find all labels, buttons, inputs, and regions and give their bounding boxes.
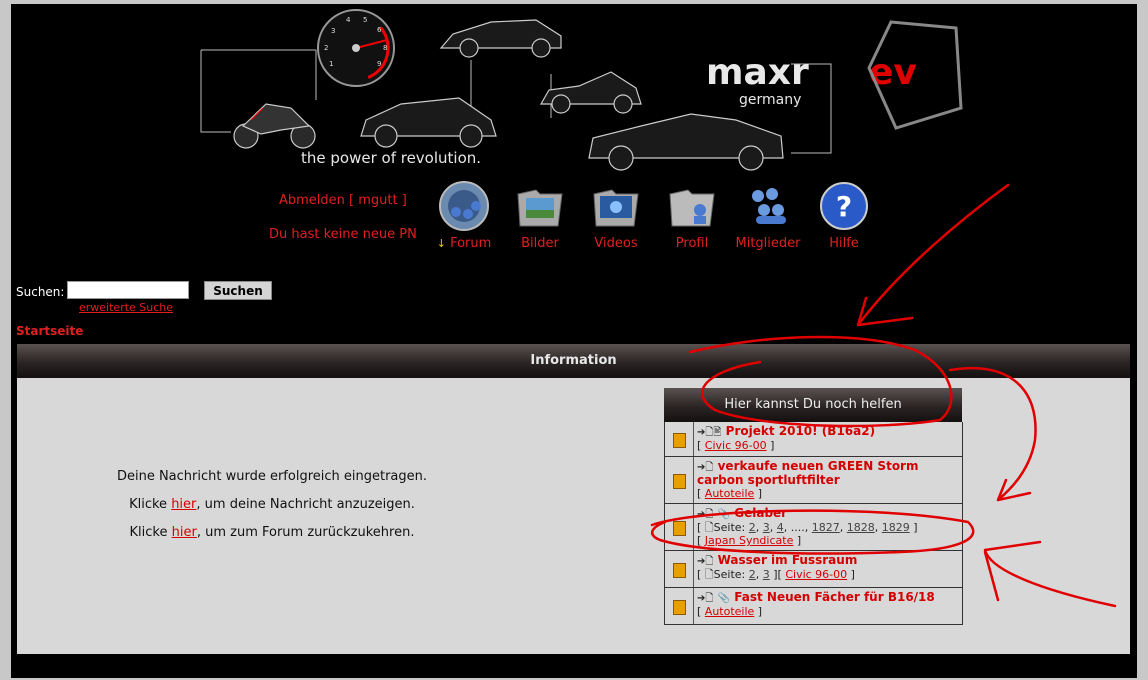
page-link[interactable]: 2 <box>749 521 756 534</box>
thread-icon <box>665 504 694 550</box>
back-to-forum-link[interactable]: hier <box>172 525 197 540</box>
page-frame: 123 456 89 maxr ev germany the power of … <box>11 4 1137 678</box>
pm-status-link[interactable]: Du hast keine neue PN <box>269 227 417 242</box>
goto-arrow-icon: ➔🗋 <box>697 462 714 473</box>
help-box: Hier kannst Du noch helfen ➔🗋🖹 Projekt 2… <box>664 388 963 628</box>
advanced-search-link[interactable]: erweiterte Suche <box>79 301 173 314</box>
forum-link[interactable]: Autoteile <box>705 605 755 618</box>
page-icon: 🗋 <box>704 568 714 581</box>
svg-text:8: 8 <box>383 44 387 52</box>
page-link[interactable]: 3 <box>763 521 770 534</box>
help-icon: ? <box>820 182 868 230</box>
goto-arrow-icon: ➔🗋🖹 <box>697 427 722 438</box>
view-message-line: Klicke hier, um deine Nachricht anzuzeig… <box>129 497 415 512</box>
page-link[interactable]: 2 <box>749 568 756 581</box>
nav-bilder-label: Bilder <box>521 236 559 251</box>
forum-link[interactable]: Civic 96-00 <box>705 439 767 452</box>
nav-videos-label: Videos <box>594 236 638 251</box>
help-item-title[interactable]: Fast Neuen Fächer für B16/18 <box>734 590 935 604</box>
svg-text:9: 9 <box>377 60 381 68</box>
nav-mitglieder-label: Mitglieder <box>735 236 801 251</box>
nav-profil[interactable]: Profil <box>657 180 727 251</box>
panel-title: Information <box>17 344 1130 378</box>
page-link[interactable]: 1828 <box>847 521 875 534</box>
help-item-title[interactable]: Gelaber <box>734 506 787 520</box>
information-panel: Information Deine Nachricht wurde erfolg… <box>17 344 1130 654</box>
help-item-title[interactable]: Projekt 2010! (B16a2) <box>726 424 875 438</box>
help-item-title[interactable]: Wasser im Fussraum <box>718 553 858 567</box>
help-box-title: Hier kannst Du noch helfen <box>664 388 962 422</box>
thread-icon <box>665 457 694 503</box>
hatchback-car-icon <box>360 97 497 148</box>
svg-text:5: 5 <box>363 16 367 24</box>
nav-videos[interactable]: Videos <box>581 180 651 251</box>
nav-profil-label: Profil <box>675 236 709 251</box>
forum-link[interactable]: Autoteile <box>705 487 755 500</box>
forum-link[interactable]: Civic 96-00 <box>785 568 847 581</box>
attachment-icon: 📎 <box>717 509 731 520</box>
page-icon: 🗋 <box>704 521 714 534</box>
back-to-forum-line: Klicke hier, um zum Forum zurückzukehren… <box>129 525 415 540</box>
attachment-icon: 📎 <box>717 593 731 604</box>
logout-link[interactable]: Abmelden [ mgutt ] <box>279 193 407 208</box>
header-banner: 12 3 4 5 6 89 maxr ev germany the power of… <box>200 9 963 171</box>
roadster-icon <box>539 71 642 114</box>
motorcycle-icon <box>233 103 316 149</box>
goto-arrow-icon: ➔🗋 <box>697 556 714 567</box>
globe-users-icon <box>439 181 489 231</box>
sports-car-icon <box>439 19 562 58</box>
svg-text:?: ? <box>836 190 852 223</box>
images-folder-icon <box>517 189 563 227</box>
svg-text:maxr: maxr <box>706 52 809 93</box>
help-item[interactable]: ➔🗋 📎 Gelaber [ 🗋Seite: 2, 3, 4, ...., 18… <box>664 504 963 551</box>
svg-text:3: 3 <box>331 27 335 35</box>
nav-bilder[interactable]: Bilder <box>505 180 575 251</box>
svg-text:1: 1 <box>329 60 333 68</box>
help-item[interactable]: ➔🗋🖹 Projekt 2010! (B16a2) [ Civic 96-00 … <box>664 422 963 457</box>
help-item[interactable]: ➔🗋 📎 Fast Neuen Fächer für B16/18 [ Auto… <box>664 588 963 625</box>
nav-hilfe-label: Hilfe <box>829 236 859 251</box>
svg-text:germany: germany <box>739 92 801 108</box>
sedan-car-icon <box>588 113 784 171</box>
help-item[interactable]: ➔🗋 verkaufe neuen GREEN Storm carbon spo… <box>664 457 963 504</box>
view-message-link[interactable]: hier <box>171 497 196 512</box>
svg-text:2: 2 <box>324 44 328 52</box>
nav-mitglieder[interactable]: Mitglieder <box>733 180 803 251</box>
search-label: Suchen: <box>16 285 65 299</box>
nav-forum-label: Forum <box>450 236 492 251</box>
nav-hilfe[interactable]: ? Hilfe <box>809 180 879 251</box>
help-item[interactable]: ➔🗋 Wasser im Fussraum [ 🗋Seite: 2, 3 ][ … <box>664 551 963 588</box>
profile-folder-icon <box>669 189 715 227</box>
svg-text:6: 6 <box>377 26 382 34</box>
videos-folder-icon <box>593 189 639 227</box>
members-icon <box>752 188 786 224</box>
thread-icon <box>665 588 694 624</box>
page-link[interactable]: 1827 <box>812 521 840 534</box>
maxrev-logo: maxr ev germany <box>706 20 963 130</box>
svg-text:4: 4 <box>346 16 351 24</box>
thread-icon <box>665 551 694 587</box>
page-link[interactable]: 3 <box>763 568 770 581</box>
breadcrumb-home[interactable]: Startseite <box>16 324 83 338</box>
thread-icon <box>665 422 694 456</box>
page-link[interactable]: 1829 <box>882 521 910 534</box>
help-item-title[interactable]: verkaufe neuen GREEN Storm carbon sportl… <box>697 459 918 487</box>
svg-text:the power of revolution.: the power of revolution. <box>301 149 481 167</box>
nav-forum[interactable]: ↓ Forum <box>429 180 499 251</box>
search-button[interactable]: Suchen <box>204 281 272 300</box>
search-input[interactable] <box>67 281 189 299</box>
page-link[interactable]: 4 <box>777 521 784 534</box>
goto-arrow-icon: ➔🗋 <box>697 593 714 604</box>
goto-arrow-icon: ➔🗋 <box>697 509 714 520</box>
forum-link[interactable]: Japan Syndicate <box>705 534 794 547</box>
tachometer-icon: 12 3 4 5 6 89 <box>317 9 395 87</box>
success-message: Deine Nachricht wurde erfolgreich einget… <box>116 469 428 484</box>
